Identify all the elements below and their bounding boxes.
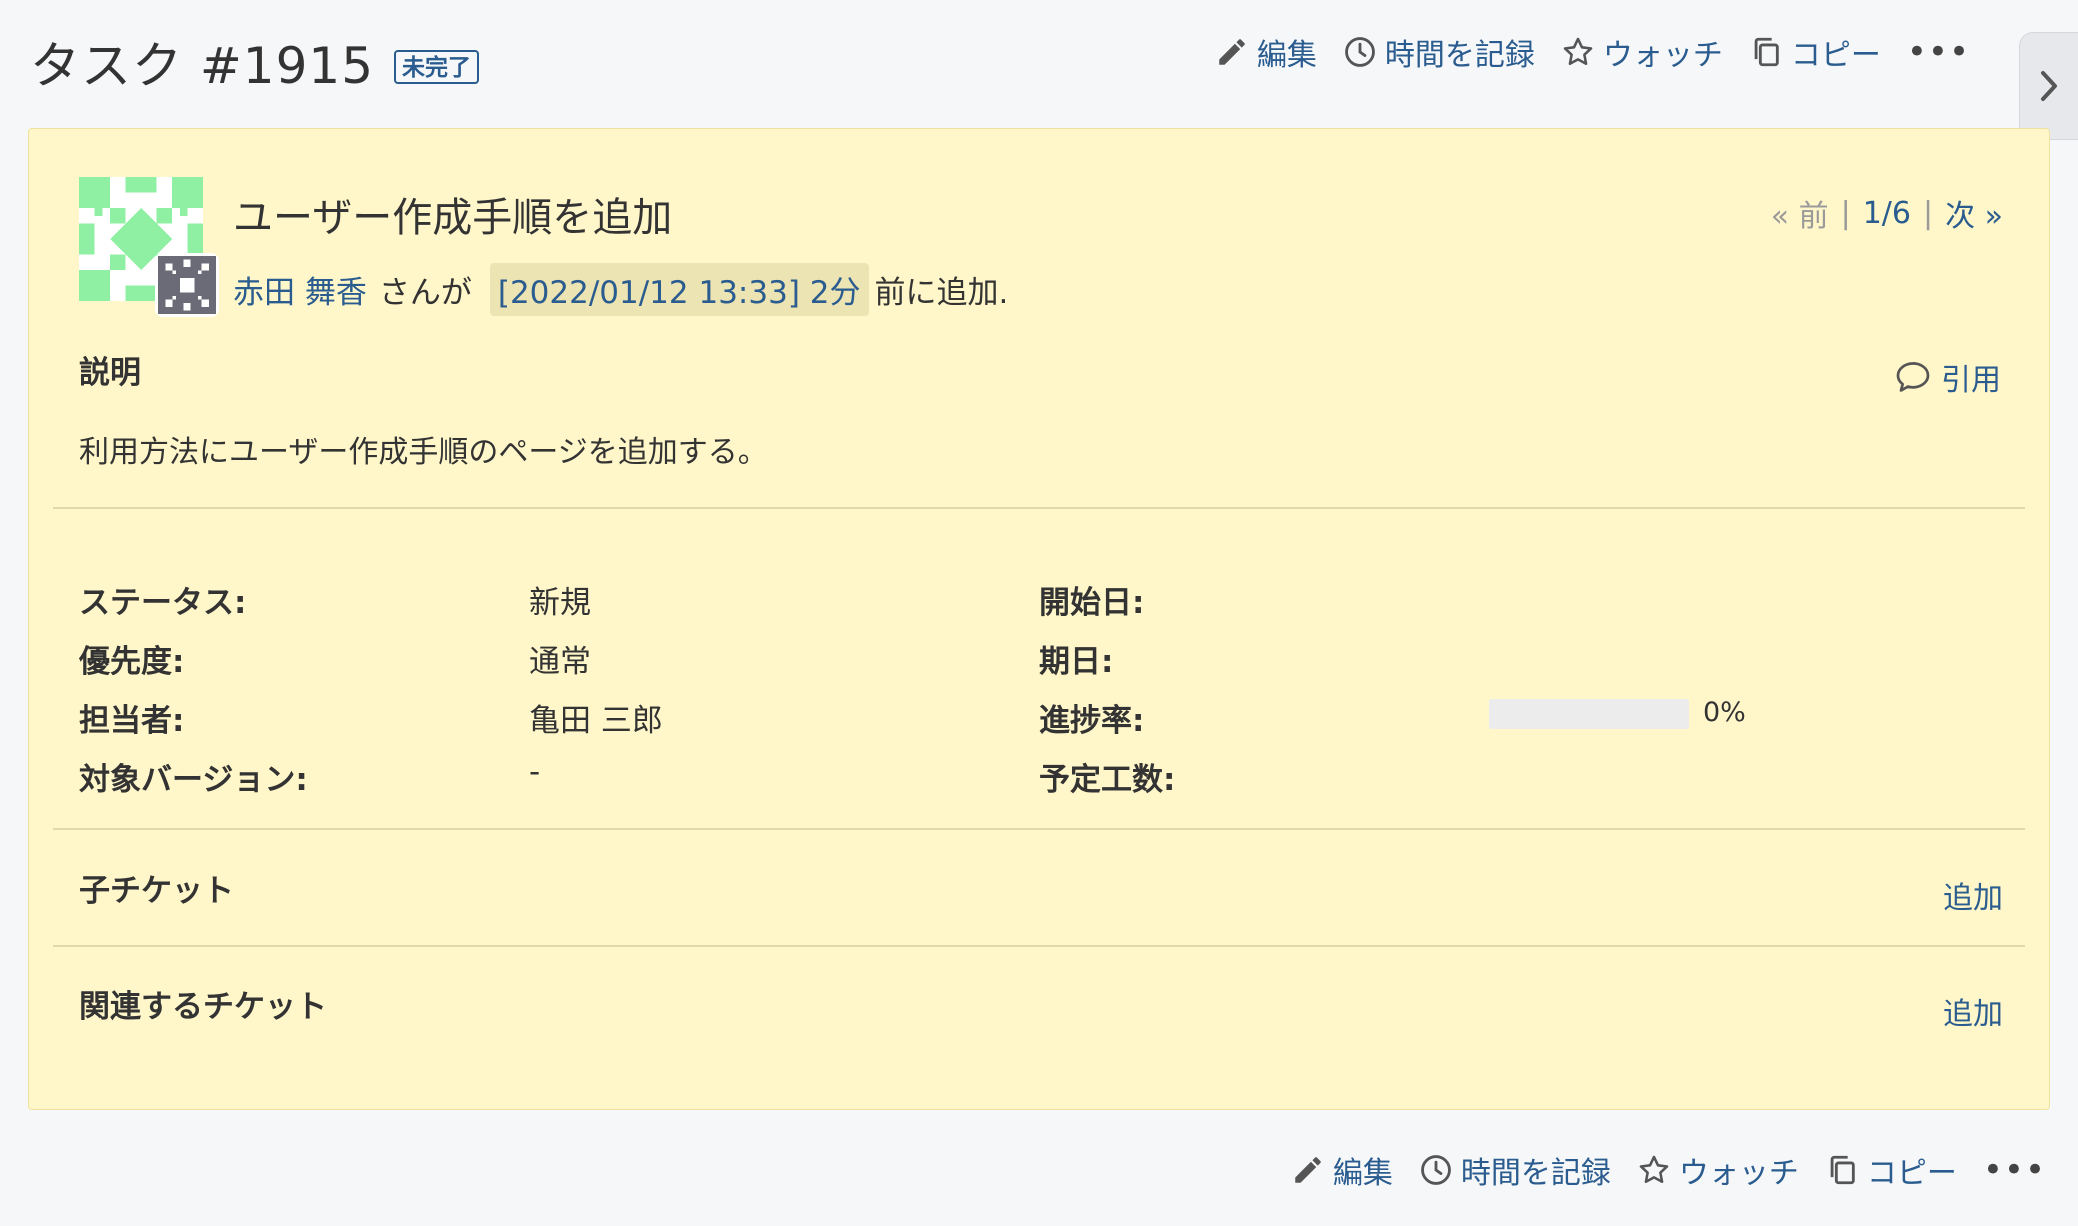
priority-value: 通常 <box>529 644 591 680</box>
assignee-link[interactable]: 亀田 三郎 <box>529 695 663 740</box>
pencil-icon <box>1295 1157 1321 1183</box>
assignee-mini-avatar <box>155 253 219 317</box>
add-relation-link[interactable]: 追加 <box>1943 989 2003 1033</box>
subtasks-heading: 子チケット <box>79 873 234 909</box>
copy-icon <box>1754 37 1779 67</box>
priority-label: 優先度: <box>79 644 185 680</box>
copy-button[interactable]: コピー <box>1749 30 1881 74</box>
status-label: ステータス: <box>79 585 247 621</box>
status-badge: 未完了 <box>394 50 480 84</box>
description-text: 利用方法にユーザー作成手順のページを追加する。 <box>79 435 768 470</box>
assignee-label: 担当者: <box>79 703 185 739</box>
divider <box>53 507 2025 509</box>
related-issues-heading: 関連するチケット <box>79 989 327 1025</box>
add-subtask-link[interactable]: 追加 <box>1943 873 2003 917</box>
watch-button[interactable]: ウォッチ <box>1561 30 1723 74</box>
issue-pager: « 前 | 1/6 | 次 » <box>1771 191 2003 235</box>
page-title: タスク #1915 未完了 <box>30 26 480 98</box>
divider <box>53 828 2025 830</box>
clock-icon <box>1344 37 1375 67</box>
comment-icon <box>1896 362 1930 392</box>
author-link[interactable]: 赤田 舞香 <box>233 267 367 312</box>
progress-label: 進捗率: <box>1039 703 1145 739</box>
pager-position[interactable]: 1/6 <box>1863 196 1911 231</box>
estimated-time-label: 予定工数: <box>1039 762 1176 798</box>
log-time-button[interactable]: 時間を記録 <box>1419 1148 1611 1192</box>
edit-label: 編集 <box>1332 1156 1393 1191</box>
timestamp-link[interactable]: [2022/01/12 13:33] 2分 <box>489 263 869 316</box>
log-time-button[interactable]: 時間を記録 <box>1343 30 1535 74</box>
copy-label: コピー <box>1866 1156 1957 1191</box>
contextual-actions-top: 編集 時間を記録 ウォッチ コピー ••• <box>1215 30 1970 74</box>
contextual-actions-bottom: 編集 時間を記録 ウォッチ コピー ••• <box>1291 1148 2046 1192</box>
target-version-label: 対象バージョン: <box>79 762 308 798</box>
target-version-value: - <box>529 754 541 790</box>
watch-label: ウォッチ <box>1678 1156 1799 1191</box>
next-link[interactable]: 次 » <box>1945 191 2003 235</box>
added-suffix: 前に追加. <box>874 275 1009 311</box>
author-suffix: さんが <box>378 275 472 311</box>
pencil-icon <box>1219 39 1245 65</box>
prev-link[interactable]: « 前 <box>1771 191 1829 235</box>
pager-separator: | <box>1923 195 1934 231</box>
due-date-label: 期日: <box>1039 644 1114 680</box>
star-icon <box>1639 1155 1669 1184</box>
quote-button[interactable]: 引用 <box>1895 355 2001 399</box>
star-icon <box>1563 37 1593 66</box>
divider <box>53 945 2025 947</box>
issue-panel: ユーザー作成手順を追加 赤田 舞香 さんが [2022/01/12 13:33]… <box>28 128 2050 1110</box>
quote-label: 引用 <box>1941 363 2001 398</box>
more-actions-button[interactable]: ••• <box>1907 35 1970 69</box>
clock-icon <box>1420 1155 1451 1185</box>
log-time-label: 時間を記録 <box>1460 1156 1611 1191</box>
edit-button[interactable]: 編集 <box>1215 30 1317 74</box>
issue-subject: ユーザー作成手順を追加 <box>233 195 673 241</box>
sidebar-toggle-button[interactable] <box>2019 32 2078 140</box>
issue-title: タスク #1915 <box>30 37 375 95</box>
copy-label: コピー <box>1790 38 1881 73</box>
author-line: 赤田 舞香 さんが [2022/01/12 13:33] 2分 前に追加. <box>233 263 1008 316</box>
edit-button[interactable]: 編集 <box>1291 1148 1393 1192</box>
pager-separator: | <box>1840 195 1851 231</box>
watch-label: ウォッチ <box>1602 38 1723 73</box>
edit-label: 編集 <box>1256 38 1317 73</box>
watch-button[interactable]: ウォッチ <box>1637 1148 1799 1192</box>
copy-icon <box>1830 1155 1855 1185</box>
log-time-label: 時間を記録 <box>1384 38 1535 73</box>
progress-bar <box>1489 699 1689 729</box>
description-heading: 説明 <box>79 355 141 391</box>
more-actions-button[interactable]: ••• <box>1983 1153 2046 1187</box>
start-date-label: 開始日: <box>1039 585 1145 621</box>
progress-percent: 0% <box>1703 697 1746 728</box>
status-value: 新規 <box>529 585 591 621</box>
chevron-right-icon <box>2041 71 2057 101</box>
copy-button[interactable]: コピー <box>1825 1148 1957 1192</box>
